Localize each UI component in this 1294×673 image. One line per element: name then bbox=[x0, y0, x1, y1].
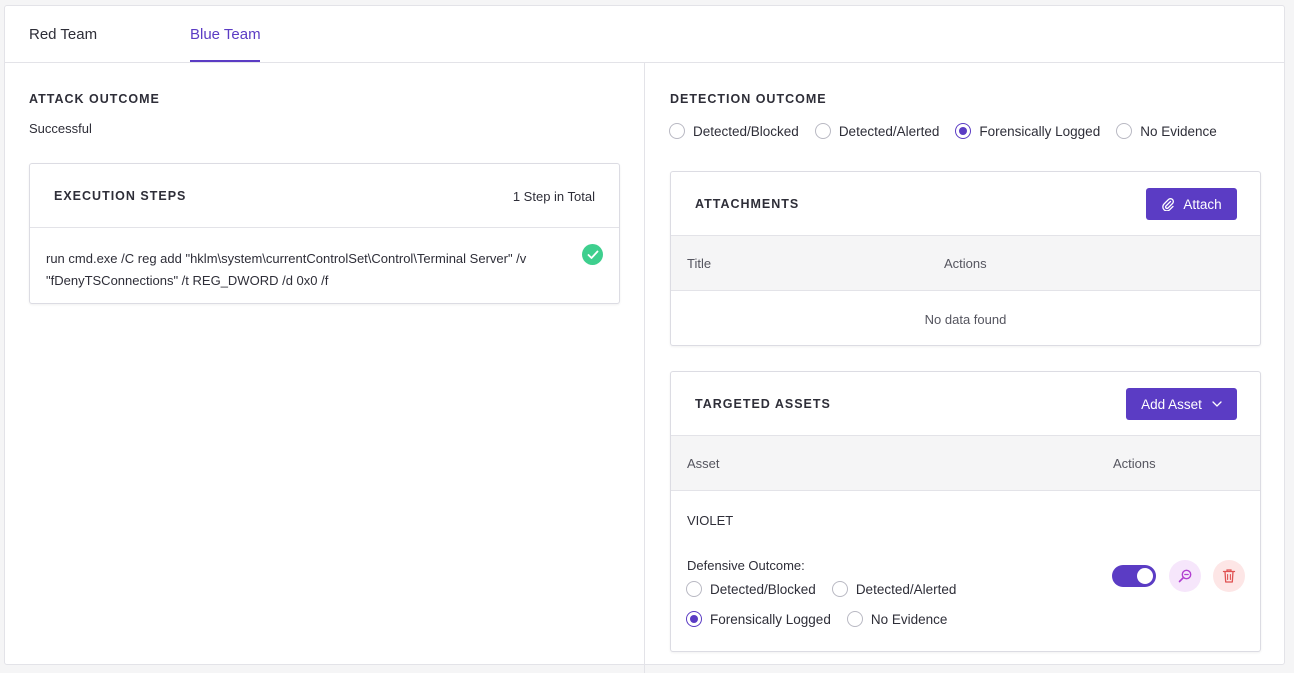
radio-checked-icon bbox=[955, 123, 972, 139]
execution-steps-title: EXECUTION STEPS bbox=[54, 189, 187, 203]
tab-red-team[interactable]: Red Team bbox=[29, 26, 97, 43]
attachments-header: ATTACHMENTS Attach bbox=[671, 172, 1260, 236]
attachments-table-header: Title Actions bbox=[671, 236, 1260, 291]
column-title: Title bbox=[687, 256, 712, 271]
check-circle-icon bbox=[582, 244, 603, 265]
add-asset-button[interactable]: Add Asset bbox=[1126, 388, 1237, 420]
main-panel: Red Team Blue Team ATTACK OUTCOME Succes… bbox=[4, 5, 1285, 673]
asset-outcome-radios-row2: Forensically Logged No Evidence bbox=[686, 611, 963, 627]
attach-button[interactable]: Attach bbox=[1146, 188, 1237, 220]
radio-checked-icon bbox=[686, 611, 702, 627]
attachments-card: ATTACHMENTS Attach Title Actions No data… bbox=[670, 171, 1261, 346]
asset-outcome-radios-row1: Detected/Blocked Detected/Alerted bbox=[686, 581, 972, 597]
targeted-assets-header: TARGETED ASSETS Add Asset bbox=[671, 372, 1260, 436]
attachments-title: ATTACHMENTS bbox=[695, 197, 800, 211]
inspect-button[interactable] bbox=[1169, 560, 1201, 592]
attack-outcome-title: ATTACK OUTCOME bbox=[29, 92, 160, 106]
asset-option-no-evidence[interactable]: No Evidence bbox=[846, 611, 947, 627]
step-count: 1 Step in Total bbox=[512, 189, 595, 204]
chevron-down-icon bbox=[1212, 401, 1222, 407]
column-asset: Asset bbox=[687, 456, 720, 471]
detection-outcome-title: DETECTION OUTCOME bbox=[670, 92, 827, 106]
asset-option-forensically-logged[interactable]: Forensically Logged bbox=[686, 611, 831, 627]
paperclip-icon bbox=[1162, 198, 1175, 211]
step-command: run cmd.exe /C reg add "hklm\system\curr… bbox=[46, 251, 527, 288]
attack-outcome-value: Successful bbox=[29, 121, 92, 136]
targeted-assets-title: TARGETED ASSETS bbox=[695, 397, 831, 411]
magnifier-icon bbox=[1178, 569, 1192, 583]
execution-steps-header: EXECUTION STEPS 1 Step in Total bbox=[30, 164, 619, 228]
targeted-assets-card: TARGETED ASSETS Add Asset Asset Actions … bbox=[670, 371, 1261, 652]
column-divider bbox=[644, 63, 645, 673]
active-tab-indicator bbox=[190, 60, 260, 62]
detection-option-no-evidence[interactable]: No Evidence bbox=[1116, 123, 1217, 139]
radio-icon bbox=[669, 123, 685, 139]
empty-state-text: No data found bbox=[924, 312, 1007, 327]
trash-icon bbox=[1222, 569, 1236, 583]
detection-option-forensically-logged[interactable]: Forensically Logged bbox=[955, 123, 1100, 139]
execution-steps-card: EXECUTION STEPS 1 Step in Total run cmd.… bbox=[29, 163, 620, 304]
radio-icon bbox=[814, 123, 831, 139]
defensive-outcome-label: Defensive Outcome: bbox=[687, 558, 805, 573]
asset-enabled-toggle[interactable] bbox=[1112, 565, 1156, 587]
execution-step-row: run cmd.exe /C reg add "hklm\system\curr… bbox=[30, 228, 619, 304]
delete-button[interactable] bbox=[1213, 560, 1245, 592]
asset-name: VIOLET bbox=[687, 513, 734, 528]
radio-icon bbox=[846, 611, 863, 627]
detection-option-detected-alerted[interactable]: Detected/Alerted bbox=[814, 123, 939, 139]
column-actions: Actions bbox=[1113, 456, 1156, 471]
radio-icon bbox=[686, 581, 702, 597]
asset-option-detected-blocked[interactable]: Detected/Blocked bbox=[686, 581, 816, 597]
asset-row: VIOLET Defensive Outcome: Detected/Block… bbox=[671, 492, 1260, 652]
detection-option-detected-blocked[interactable]: Detected/Blocked bbox=[669, 123, 799, 139]
column-actions: Actions bbox=[944, 256, 987, 271]
team-tabs: Red Team Blue Team bbox=[5, 6, 1284, 63]
radio-icon bbox=[831, 581, 848, 597]
tab-blue-team[interactable]: Blue Team bbox=[190, 26, 261, 43]
assets-table-header: Asset Actions bbox=[671, 436, 1260, 491]
detection-outcome-radios: Detected/Blocked Detected/Alerted Forens… bbox=[669, 123, 1233, 139]
radio-icon bbox=[1116, 123, 1133, 139]
asset-option-detected-alerted[interactable]: Detected/Alerted bbox=[831, 581, 956, 597]
